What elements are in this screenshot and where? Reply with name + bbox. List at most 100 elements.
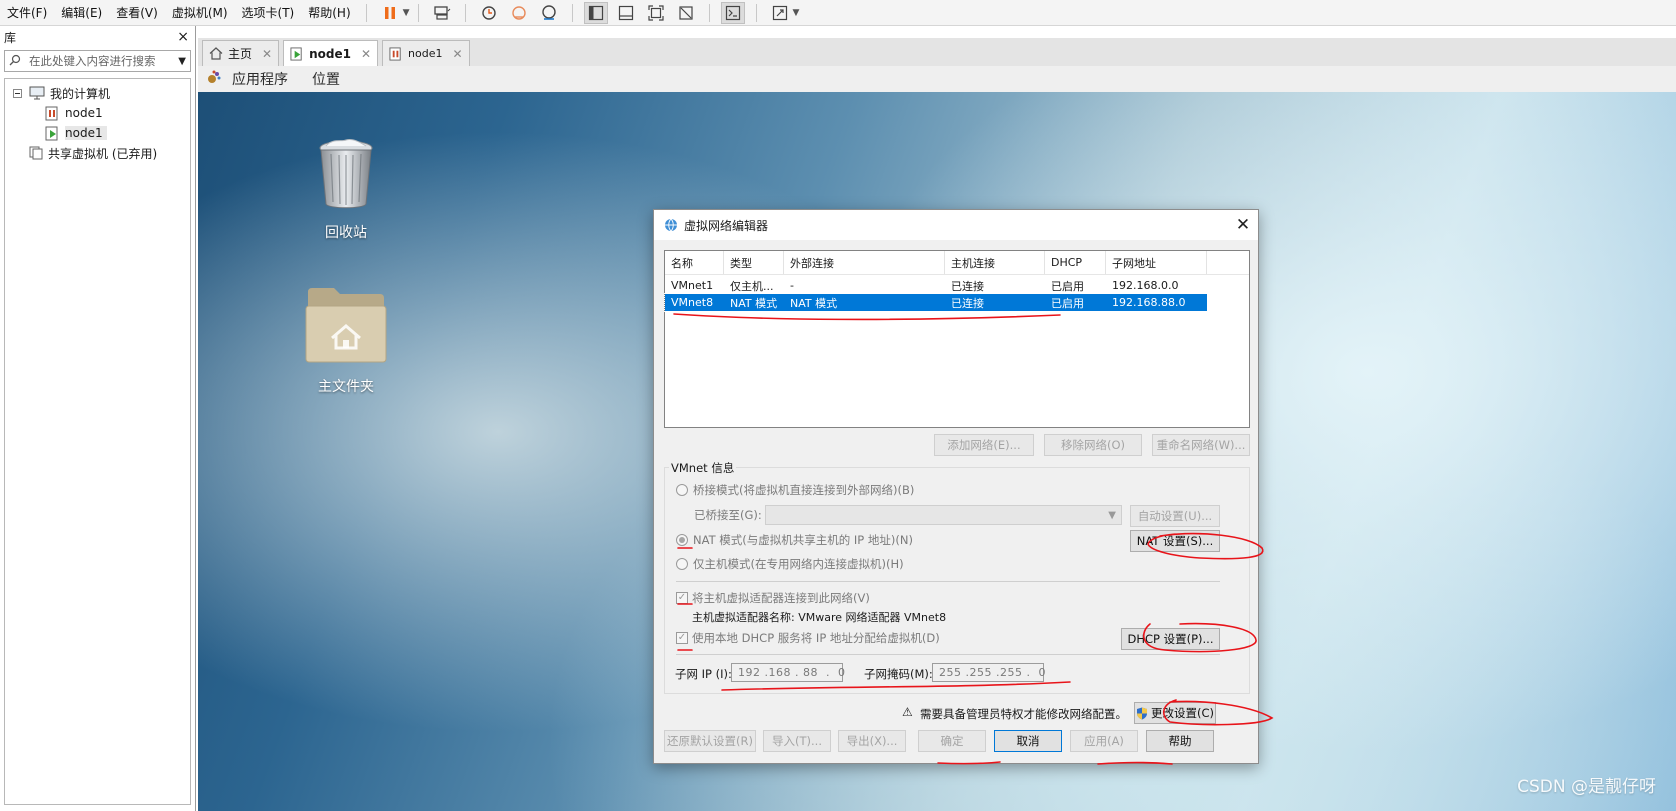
tree-label: 我的计算机 xyxy=(50,86,111,101)
column-header-subnet[interactable]: 子网地址 xyxy=(1106,251,1207,274)
desktop-icon-home[interactable]: 主文件夹 xyxy=(286,282,406,396)
search-placeholder: 在此处键入内容进行搜索 xyxy=(29,54,156,68)
close-icon[interactable]: ✕ xyxy=(361,47,371,61)
revert-snapshot-icon[interactable] xyxy=(507,2,531,24)
guest-menu-applications[interactable]: 应用程序 xyxy=(232,69,288,89)
tree-item-shared-vms[interactable]: 共享虚拟机 (已弃用) xyxy=(5,143,190,163)
bridged-to-select[interactable]: ▼ xyxy=(765,505,1122,525)
radio-button-checked xyxy=(676,534,688,546)
bridged-mode-radio[interactable]: 桥接模式(将虚拟机直接连接到外部网络)(B) xyxy=(676,482,914,498)
export-button[interactable]: 导出(X)... xyxy=(838,730,906,752)
change-settings-button[interactable]: 更改设置(C) xyxy=(1134,702,1216,724)
subnet-mask-field[interactable]: 255 .255 .255 . 0 xyxy=(932,663,1045,682)
column-header-external[interactable]: 外部连接 xyxy=(784,251,945,274)
csdn-watermark: CSDN @是靓仔呀 xyxy=(1517,777,1656,797)
nat-mode-radio[interactable]: NAT 模式(与虚拟机共享主机的 IP 地址)(N) xyxy=(676,532,913,548)
close-icon[interactable]: ✕ xyxy=(262,47,272,61)
vm-icon xyxy=(45,106,60,121)
table-cell: 已连接 xyxy=(951,279,984,293)
menu-vm[interactable]: 虚拟机(M) xyxy=(165,0,235,26)
chevron-down-icon[interactable]: ▼ xyxy=(178,56,186,67)
chevron-down-icon[interactable]: ▼ xyxy=(403,8,410,18)
divider xyxy=(676,581,1220,582)
toolbar-separator xyxy=(708,3,710,22)
help-button[interactable]: 帮助 xyxy=(1146,730,1214,752)
collapse-icon[interactable] xyxy=(11,87,23,99)
import-button[interactable]: 导入(T)... xyxy=(763,730,831,752)
library-title: 库 xyxy=(4,30,17,45)
radio-button xyxy=(676,484,688,496)
dhcp-settings-button[interactable]: DHCP 设置(P)... xyxy=(1121,628,1220,650)
column-header-host[interactable]: 主机连接 xyxy=(945,251,1045,274)
console-icon[interactable] xyxy=(720,1,745,24)
close-icon[interactable]: ✕ xyxy=(1228,210,1258,240)
library-header: 库 × xyxy=(0,26,195,48)
apply-button[interactable]: 应用(A) xyxy=(1070,730,1138,752)
radio-button xyxy=(676,558,688,570)
stretch-icon[interactable] xyxy=(768,2,792,24)
host-only-radio[interactable]: 仅主机模式(在专用网络内连接虚拟机)(H) xyxy=(676,556,904,572)
tab-node1[interactable]: node1 ✕ xyxy=(382,40,470,66)
menu-view[interactable]: 查看(V) xyxy=(109,0,165,26)
table-cell: 已启用 xyxy=(1051,296,1084,310)
tab-label: node1 xyxy=(408,47,443,60)
computer-icon xyxy=(29,86,45,100)
toolbar-separator xyxy=(365,3,367,22)
subnet-ip-label: 子网 IP (I): xyxy=(675,667,732,681)
connect-adapter-checkbox[interactable]: ✓ 将主机虚拟适配器连接到此网络(V) xyxy=(676,590,870,606)
desktop-icon-label: 主文件夹 xyxy=(318,379,374,395)
tree-item-my-computer[interactable]: 我的计算机 xyxy=(5,83,190,103)
restore-defaults-button[interactable]: 还原默认设置(R) xyxy=(664,730,756,752)
toolbar-separator xyxy=(464,3,466,22)
subnet-ip-field[interactable]: 192 .168 . 88 . 0 xyxy=(731,663,845,682)
guest-menu-places[interactable]: 位置 xyxy=(312,69,340,89)
thumbnail-bar-icon[interactable] xyxy=(614,2,638,24)
remove-network-button[interactable]: 移除网络(O) xyxy=(1044,434,1142,456)
close-icon[interactable]: ✕ xyxy=(452,47,462,61)
menu-tabs[interactable]: 选项卡(T) xyxy=(235,0,302,26)
nat-settings-button[interactable]: NAT 设置(S)... xyxy=(1130,530,1220,552)
snapshot-icon[interactable] xyxy=(477,2,501,24)
tree-label: node1 xyxy=(65,126,107,140)
table-cell: 192.168.0.0 xyxy=(1112,279,1179,292)
cancel-button[interactable]: 取消 xyxy=(994,730,1062,752)
library-search-input[interactable]: 在此处键入内容进行搜索 ▼ xyxy=(4,50,191,72)
tab-node1-active[interactable]: node1 ✕ xyxy=(283,40,379,66)
close-icon[interactable]: × xyxy=(177,29,189,45)
toolbar-separator xyxy=(571,3,573,22)
ok-button[interactable]: 确定 xyxy=(918,730,986,752)
pause-icon[interactable] xyxy=(378,2,402,24)
column-header-dhcp[interactable]: DHCP xyxy=(1045,251,1106,274)
desktop-icon-trash[interactable]: 回收站 xyxy=(286,138,406,242)
table-cell: 已启用 xyxy=(1051,279,1084,293)
radio-label: NAT 模式(与虚拟机共享主机的 IP 地址)(N) xyxy=(693,533,913,547)
full-screen-icon[interactable] xyxy=(644,2,668,24)
table-cell: NAT 模式 xyxy=(730,296,778,310)
network-list[interactable]: 名称 类型 外部连接 主机连接 DHCP 子网地址 VMnet1 仅主机... … xyxy=(664,250,1250,428)
table-cell: NAT 模式 xyxy=(790,296,838,310)
table-cell: 已连接 xyxy=(951,296,984,310)
menu-edit[interactable]: 编辑(E) xyxy=(54,0,109,26)
tree-label: node1 xyxy=(65,106,103,120)
column-header-name[interactable]: 名称 xyxy=(665,251,724,274)
column-header-type[interactable]: 类型 xyxy=(724,251,784,274)
send-keys-icon[interactable] xyxy=(430,2,454,24)
tab-home[interactable]: 主页 ✕ xyxy=(202,40,280,66)
auto-settings-button[interactable]: 自动设置(U)... xyxy=(1130,505,1220,527)
tree-item-node1[interactable]: node1 xyxy=(5,103,190,123)
snapshot-manager-icon[interactable] xyxy=(537,2,561,24)
show-library-icon[interactable] xyxy=(583,1,608,24)
menubar: 文件(F) 编辑(E) 查看(V) 虚拟机(M) 选项卡(T) 帮助(H) ▼ … xyxy=(0,0,1676,26)
add-network-button[interactable]: 添加网络(E)... xyxy=(934,434,1034,456)
home-icon xyxy=(209,47,223,60)
menu-file[interactable]: 文件(F) xyxy=(0,0,54,26)
unity-icon[interactable] xyxy=(674,2,698,24)
tree-item-node1-running[interactable]: node1 xyxy=(5,123,190,143)
table-row-selected[interactable]: VMnet8 NAT 模式 NAT 模式 已连接 已启用 192.168.88.… xyxy=(664,293,1208,312)
use-dhcp-checkbox[interactable]: ✓ 使用本地 DHCP 服务将 IP 地址分配给虚拟机(D) xyxy=(676,630,940,646)
menu-help[interactable]: 帮助(H) xyxy=(301,0,357,26)
chevron-down-icon[interactable]: ▼ xyxy=(793,8,800,18)
chevron-down-icon: ▼ xyxy=(1108,509,1116,521)
rename-network-button[interactable]: 重命名网络(W)... xyxy=(1152,434,1250,456)
table-row[interactable]: VMnet1 仅主机... - 已连接 已启用 192.168.0.0 xyxy=(665,277,1207,294)
